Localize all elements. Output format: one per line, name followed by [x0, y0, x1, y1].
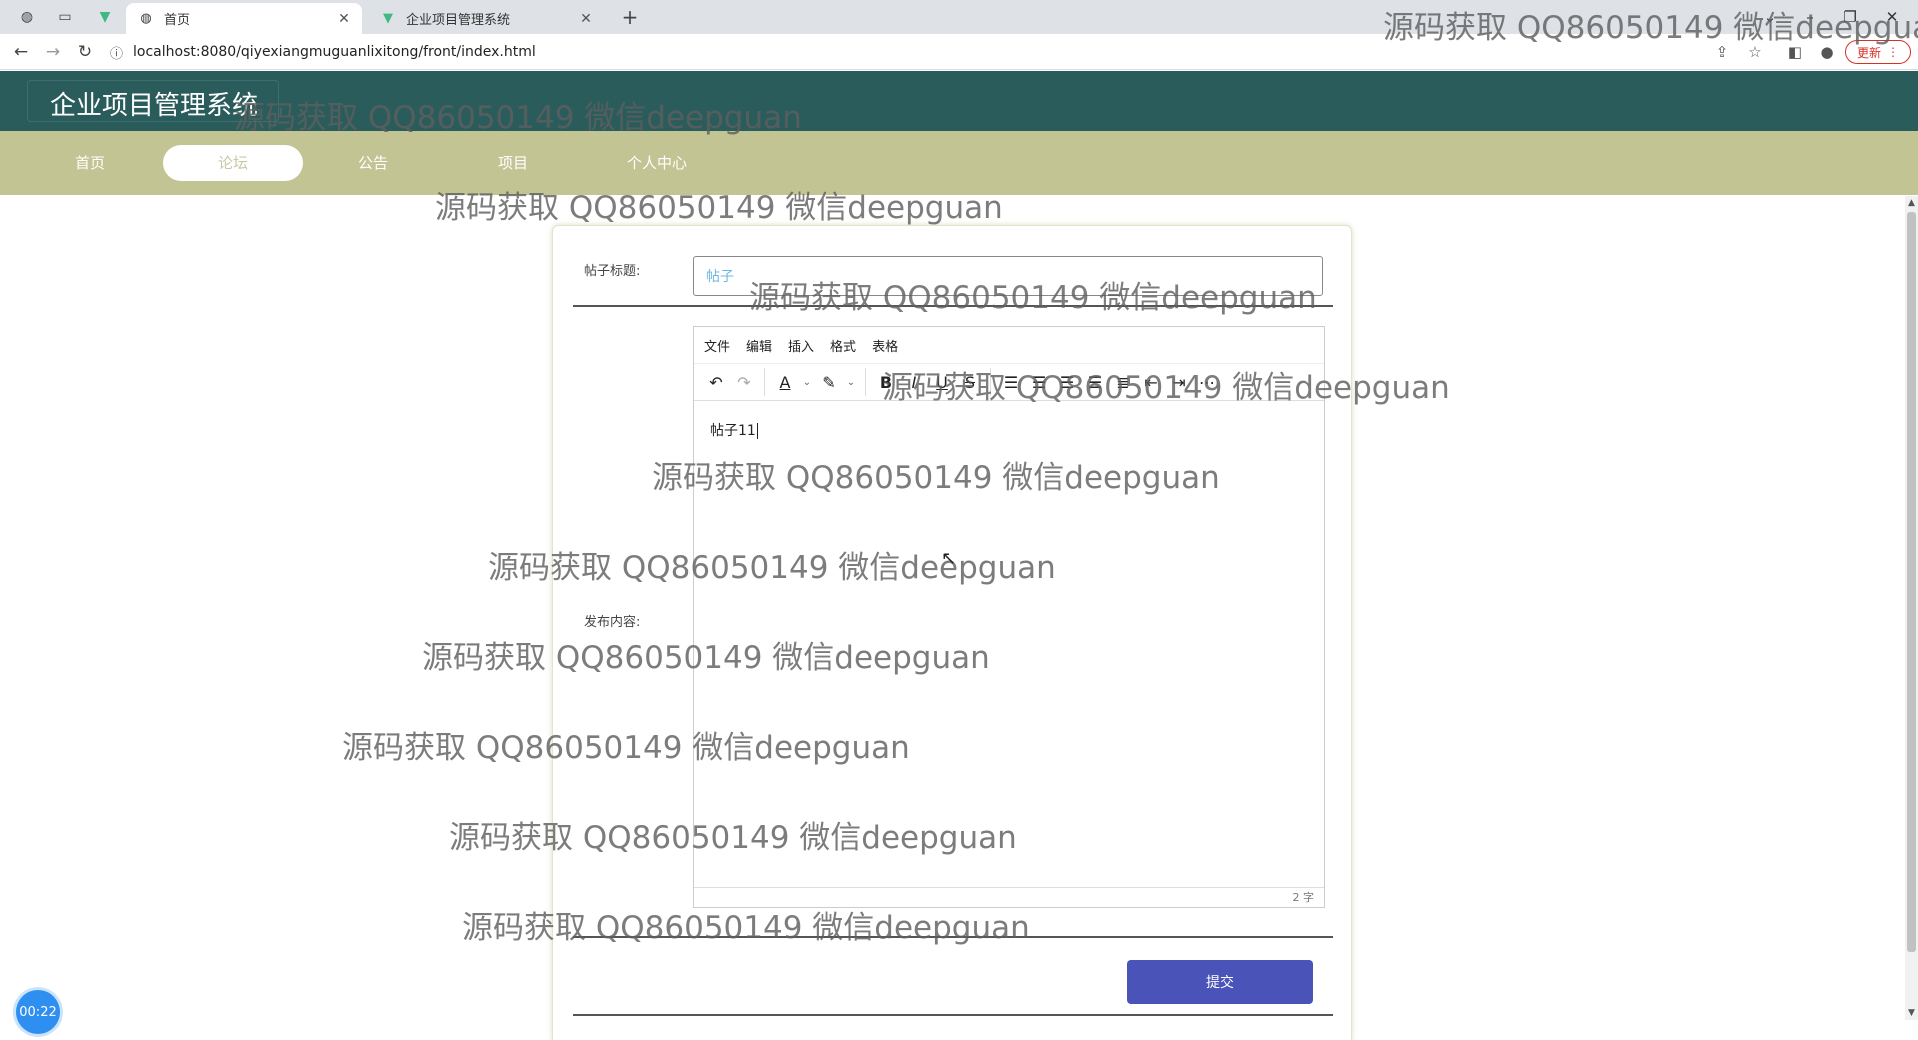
scrollbar-thumb[interactable] [1907, 212, 1916, 952]
new-tab-button[interactable]: + [616, 4, 644, 32]
align-center-icon[interactable]: ☰ [1025, 368, 1053, 396]
browser-update-button[interactable]: 更新 ⋮ [1845, 40, 1911, 64]
nav-home[interactable]: 首页 [20, 145, 160, 181]
close-icon[interactable]: ✕ [578, 11, 594, 27]
title-label: 帖子标题: [584, 264, 641, 279]
strikethrough-icon[interactable]: S [956, 368, 984, 396]
editor-statusbar: 2 字 [694, 887, 1324, 907]
globe-icon: ◍ [140, 11, 152, 26]
side-panel-icon[interactable]: ◧ [1782, 39, 1808, 65]
tab-title: 企业项目管理系统 [406, 13, 511, 28]
window-close-icon[interactable]: ✕ [1872, 4, 1912, 30]
nav-personal-center[interactable]: 个人中心 [587, 145, 727, 181]
post-title-input[interactable] [693, 256, 1323, 296]
recording-timer-badge[interactable]: 00:22 [16, 990, 60, 1034]
vue-logo-icon[interactable]: ▼ [94, 6, 116, 28]
content-label: 发布内容: [584, 615, 641, 630]
browser-tab-home[interactable]: ◍ 首页 ✕ [126, 3, 362, 34]
maximize-icon[interactable]: ❐ [1830, 4, 1870, 30]
tab-search-icon[interactable]: ⌄ [1750, 4, 1790, 30]
text-color-icon[interactable]: A [771, 368, 799, 396]
more-icon[interactable]: ⋯ [1193, 368, 1221, 396]
divider [573, 1014, 1333, 1016]
menu-format[interactable]: 格式 [830, 336, 856, 355]
rich-text-editor: 文件 编辑 插入 格式 表格 ↶ ↷ A ⌄ ✎ ⌄ B I U S ☰ ☰ ☰… [693, 326, 1325, 908]
browser-tab-system[interactable]: ▼ 企业项目管理系统 ✕ [368, 3, 604, 34]
tab-title: 首页 [164, 13, 191, 28]
editor-text: 帖子11 [710, 423, 756, 439]
url-field[interactable]: ⓘ localhost:8080/qiyexiangmuguanlixitong… [110, 39, 1700, 65]
share-icon[interactable]: ⇪ [1709, 39, 1735, 65]
submit-button[interactable]: 提交 [1127, 960, 1313, 1004]
reload-icon[interactable]: ↻ [72, 39, 98, 65]
nav-notice[interactable]: 公告 [303, 145, 443, 181]
scroll-up-icon[interactable]: ▲ [1905, 196, 1918, 210]
mouse-cursor-icon: ↖ [941, 548, 957, 569]
editor-toolbar: ↶ ↷ A ⌄ ✎ ⌄ B I U S ☰ ☰ ☰ ☰ ≣ ⇤ ⇥ ⋯ [694, 363, 1324, 401]
divider [865, 368, 866, 396]
close-icon[interactable]: ✕ [336, 11, 352, 27]
site-title: 企业项目管理系统 [50, 91, 259, 121]
info-icon[interactable]: ⓘ [110, 43, 123, 62]
browser-tab-strip: ◍ ▭ ▼ ◍ 首页 ✕ ▼ 企业项目管理系统 ✕ + ⌄ – ❐ ✕ [0, 0, 1918, 34]
chevron-down-icon[interactable]: ⌄ [843, 368, 859, 396]
nav-forum[interactable]: 论坛 [163, 145, 303, 181]
divider [990, 368, 991, 396]
site-header: 企业项目管理系统 [0, 71, 1918, 131]
main-nav: 首页 论坛 公告 项目 个人中心 [0, 131, 1918, 195]
editor-menubar: 文件 编辑 插入 格式 表格 [694, 327, 1324, 363]
more-menu-icon: ⋮ [1887, 45, 1899, 59]
align-right-icon[interactable]: ☰ [1053, 368, 1081, 396]
back-icon[interactable]: ← [8, 39, 34, 65]
menu-table[interactable]: 表格 [872, 336, 898, 355]
scroll-down-icon[interactable]: ▼ [1905, 1006, 1918, 1020]
list-icon[interactable]: ≣ [1109, 368, 1137, 396]
minimize-icon[interactable]: – [1790, 4, 1830, 30]
redo-icon[interactable]: ↷ [730, 368, 758, 396]
profile-icon[interactable]: ● [1814, 39, 1840, 65]
forward-icon[interactable]: → [40, 39, 66, 65]
divider [764, 368, 765, 396]
align-justify-icon[interactable]: ☰ [1081, 368, 1109, 396]
vue-logo-icon: ▼ [383, 11, 393, 26]
text-caret [756, 423, 758, 439]
post-form-card: 帖子标题: 发布内容: 文件 编辑 插入 格式 表格 ↶ ↷ A ⌄ ✎ ⌄ B… [552, 225, 1352, 1040]
outdent-icon[interactable]: ⇤ [1137, 368, 1165, 396]
word-count: 2 字 [1292, 891, 1315, 904]
page-scrollbar[interactable]: ▲ ▼ [1905, 196, 1918, 1020]
divider [573, 936, 1333, 938]
chevron-down-icon[interactable]: ⌄ [799, 368, 815, 396]
align-left-icon[interactable]: ☰ [997, 368, 1025, 396]
blank-tab-icon[interactable]: ▭ [54, 6, 76, 28]
undo-icon[interactable]: ↶ [702, 368, 730, 396]
browser-address-bar: ← → ↻ ⓘ localhost:8080/qiyexiangmuguanli… [0, 34, 1918, 70]
divider [573, 305, 1333, 307]
update-label: 更新 [1856, 45, 1881, 60]
menu-file[interactable]: 文件 [704, 336, 730, 355]
menu-edit[interactable]: 编辑 [746, 336, 772, 355]
editor-content-area[interactable]: 帖子11 [694, 402, 1324, 888]
italic-icon[interactable]: I [900, 368, 928, 396]
bold-icon[interactable]: B [872, 368, 900, 396]
nav-project[interactable]: 项目 [443, 145, 583, 181]
underline-icon[interactable]: U [928, 368, 956, 396]
url-text: localhost:8080/qiyexiangmuguanlixitong/f… [133, 44, 536, 60]
menu-insert[interactable]: 插入 [788, 336, 814, 355]
indent-icon[interactable]: ⇥ [1165, 368, 1193, 396]
globe-icon[interactable]: ◍ [16, 6, 38, 28]
highlight-icon[interactable]: ✎ [815, 368, 843, 396]
bookmark-star-icon[interactable]: ☆ [1742, 39, 1768, 65]
